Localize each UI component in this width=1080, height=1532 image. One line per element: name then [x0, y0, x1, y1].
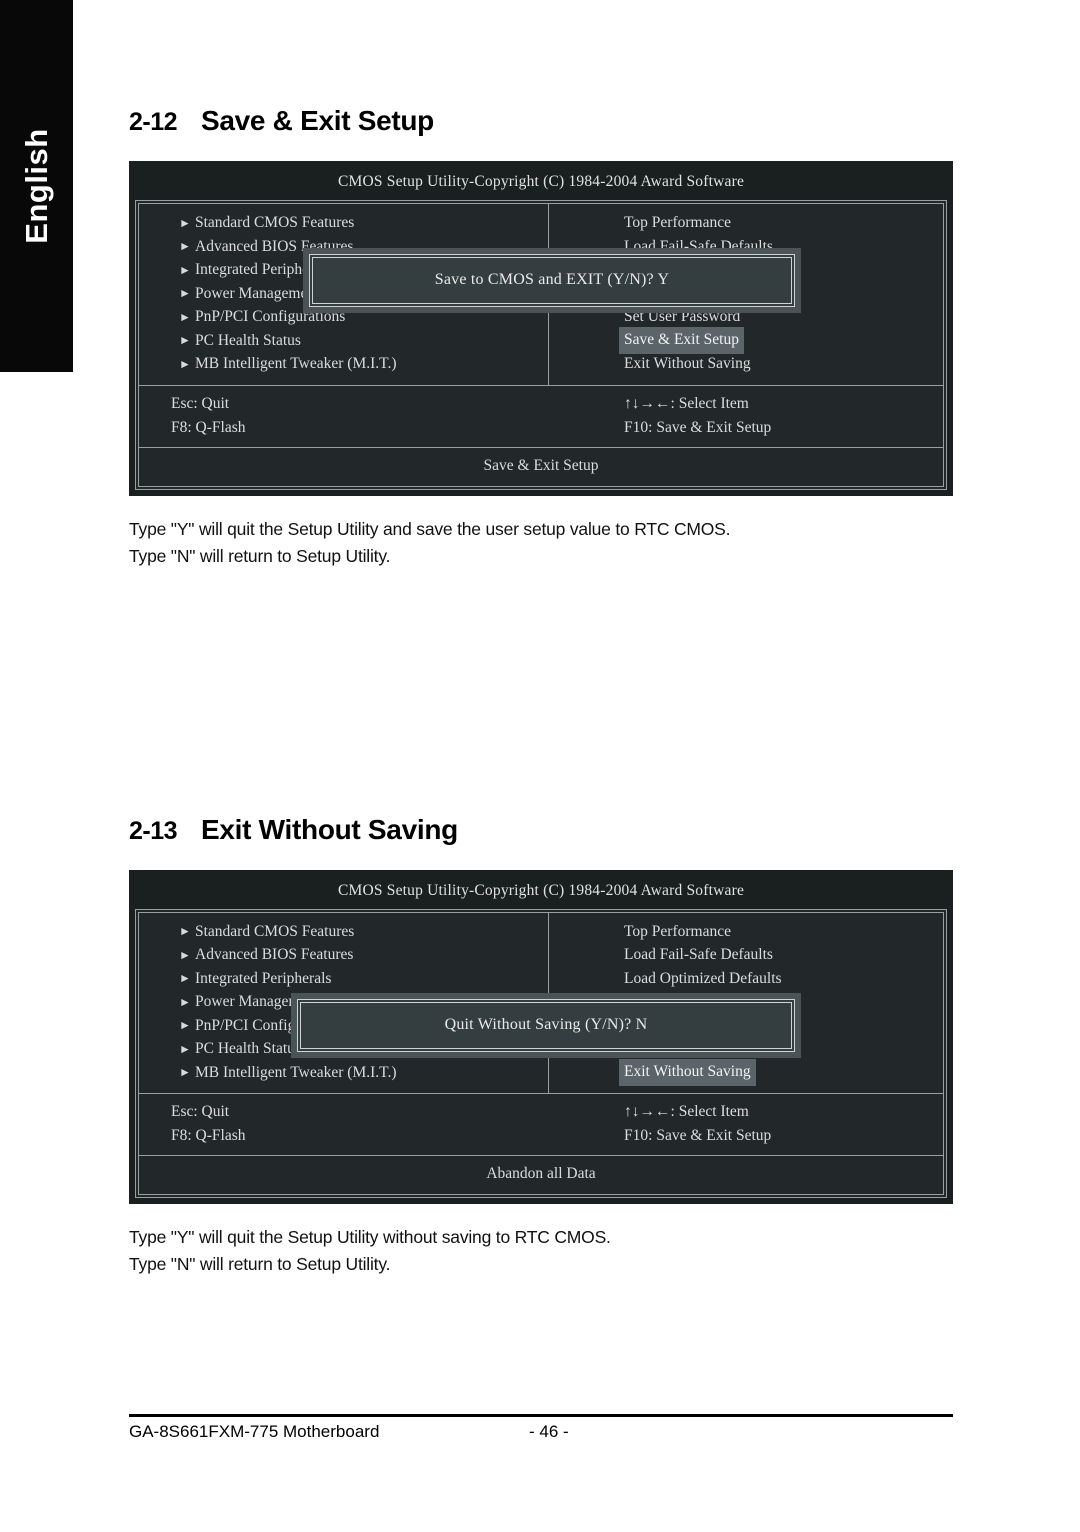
triangle-right-icon: ► [179, 356, 191, 371]
bios-key-hints: Esc: Quit F8: Q-Flash ↑↓→←: Select Item … [139, 1094, 943, 1155]
menu-item-integrated-peripherals[interactable]: ► Integrated Peripherals [139, 967, 548, 991]
description-line-1: Type "Y" will quit the Setup Utility and… [129, 518, 731, 539]
bios-title-bar: CMOS Setup Utility-Copyright (C) 1984-20… [337, 173, 745, 190]
hint-esc-quit: Esc: Quit [171, 394, 230, 412]
hints-right: ↑↓→←: Select Item F10: Save & Exit Setup [549, 1100, 943, 1148]
dialog-prompt-text: Save to CMOS and EXIT (Y/N)? Y [312, 257, 792, 304]
hints-left: Esc: Quit F8: Q-Flash [139, 392, 549, 440]
hint-select-item: ↑↓→←: Select Item [624, 394, 749, 412]
confirm-dialog-save-exit[interactable]: Save to CMOS and EXIT (Y/N)? Y [303, 248, 801, 313]
page-title: Save & Exit Setup [201, 105, 434, 136]
menu-item-standard-cmos-features[interactable]: ► Standard CMOS Features [139, 211, 548, 235]
menu-item-label: MB Intelligent Tweaker (M.I.T.) [195, 355, 397, 372]
triangle-right-icon: ► [179, 215, 191, 230]
triangle-right-icon: ► [179, 1065, 191, 1080]
menu-item-pc-health-status[interactable]: ► PC Health Status [139, 329, 548, 353]
menu-item-top-performance[interactable]: Top Performance [549, 920, 943, 944]
hint-f8-qflash: F8: Q-Flash [171, 1127, 246, 1144]
menu-item-label: PC Health Status [195, 1040, 301, 1057]
menu-item-label: Top Performance [624, 922, 731, 940]
menu-item-load-fail-safe-defaults[interactable]: Load Fail-Safe Defaults [549, 943, 943, 967]
triangle-right-icon: ► [179, 1018, 191, 1033]
triangle-right-icon: ► [179, 239, 191, 254]
menu-item-exit-without-saving[interactable]: Exit Without Saving [549, 352, 943, 376]
menu-item-label: Integrated Peripherals [195, 969, 332, 987]
menu-item-label: Load Optimized Defaults [624, 969, 782, 987]
triangle-right-icon: ► [179, 286, 191, 301]
triangle-right-icon: ► [179, 262, 191, 277]
menu-item-label: PC Health Status [195, 331, 301, 349]
menu-item-standard-cmos-features[interactable]: ► Standard CMOS Features [139, 920, 548, 944]
hints-right: ↑↓→←: Select Item F10: Save & Exit Setup [549, 392, 943, 440]
menu-item-exit-without-saving[interactable]: Exit Without Saving [549, 1059, 943, 1086]
menu-item-label: Exit Without Saving [619, 1059, 756, 1086]
menu-item-label: Standard CMOS Features [195, 214, 355, 231]
menu-item-top-performance[interactable]: Top Performance [549, 211, 943, 235]
menu-item-label: Exit Without Saving [624, 355, 751, 372]
triangle-right-icon: ► [179, 1041, 191, 1056]
dialog-border: Quit Without Saving (Y/N)? N [297, 998, 795, 1052]
section-heading-2-12: 2-12 Save & Exit Setup [129, 105, 953, 137]
section-number: 2-12 [129, 108, 178, 136]
footer-product-name: GA-8S661FXM-775 Motherboard [129, 1422, 380, 1441]
menu-item-label: Standard CMOS Features [195, 922, 355, 940]
language-tab: English [0, 0, 73, 372]
hint-f10-save-exit: F10: Save & Exit Setup [624, 1127, 772, 1144]
bios-status-bar: Save & Exit Setup [139, 446, 943, 486]
bios-menu: ► Standard CMOS Features ► Advanced BIOS… [139, 912, 943, 1093]
bios-frame-inner: ► Standard CMOS Features ► Advanced BIOS… [138, 911, 944, 1195]
menu-item-label: Advanced BIOS Features [195, 946, 354, 963]
bios-frame: ► Standard CMOS Features ► Advanced BIOS… [135, 200, 947, 490]
menu-item-save-and-exit-setup[interactable]: Save & Exit Setup [549, 327, 943, 354]
description-line-2: Type "N" will return to Setup Utility. [129, 1254, 391, 1274]
footer-divider [129, 1414, 953, 1417]
language-tab-label: English [18, 128, 54, 244]
bios-frame: ► Standard CMOS Features ► Advanced BIOS… [135, 908, 947, 1198]
section-heading-2-13: 2-13 Exit Without Saving [129, 814, 953, 846]
bios-frame-inner: ► Standard CMOS Features ► Advanced BIOS… [138, 203, 944, 487]
triangle-right-icon: ► [179, 924, 191, 939]
description-line-1: Type "Y" will quit the Setup Utility wit… [129, 1227, 611, 1247]
page-content: 2-12 Save & Exit Setup CMOS Setup Utilit… [129, 0, 953, 1532]
page-footer: GA-8S661FXM-775 Motherboard - 46 - [129, 1414, 953, 1442]
hint-select-item: ↑↓→←: Select Item [624, 1103, 749, 1120]
triangle-right-icon: ► [179, 333, 191, 348]
menu-item-label: Load Fail-Safe Defaults [624, 946, 773, 963]
bios-key-hints: Esc: Quit F8: Q-Flash ↑↓→←: Select Item … [139, 386, 943, 447]
menu-item-mb-intelligent-tweaker[interactable]: ► MB Intelligent Tweaker (M.I.T.) [139, 1061, 548, 1085]
page-title: Exit Without Saving [201, 813, 458, 845]
section-number: 2-13 [129, 816, 178, 845]
hints-left: Esc: Quit F8: Q-Flash [139, 1100, 549, 1148]
footer-page-number: - 46 - [529, 1422, 569, 1441]
hint-esc-quit: Esc: Quit [171, 1103, 230, 1120]
description-line-2: Type "N" will return to Setup Utility. [129, 545, 391, 566]
hint-f10-save-exit: F10: Save & Exit Setup [624, 418, 772, 436]
menu-item-label: MB Intelligent Tweaker (M.I.T.) [195, 1063, 397, 1081]
menu-item-label: Save & Exit Setup [619, 327, 744, 354]
dialog-prompt-text: Quit Without Saving (Y/N)? N [300, 1001, 792, 1049]
bios-menu: ► Standard CMOS Features ► Advanced BIOS… [139, 204, 943, 385]
menu-item-label: Top Performance [624, 214, 731, 231]
triangle-right-icon: ► [179, 994, 191, 1009]
menu-item-load-optimized-defaults[interactable]: Load Optimized Defaults [549, 967, 943, 991]
hint-f8-qflash: F8: Q-Flash [171, 418, 246, 436]
dialog-border: Save to CMOS and EXIT (Y/N)? Y [309, 254, 795, 307]
triangle-right-icon: ► [179, 309, 191, 324]
menu-item-advanced-bios-features[interactable]: ► Advanced BIOS Features [139, 943, 548, 967]
bios-screen-exit-without-saving: CMOS Setup Utility-Copyright (C) 1984-20… [129, 869, 953, 1204]
bios-status-bar: Abandon all Data [139, 1155, 943, 1194]
confirm-dialog-quit-without-saving[interactable]: Quit Without Saving (Y/N)? N [291, 992, 801, 1058]
bios-title-bar: CMOS Setup Utility-Copyright (C) 1984-20… [337, 881, 745, 899]
menu-item-mb-intelligent-tweaker[interactable]: ► MB Intelligent Tweaker (M.I.T.) [139, 352, 548, 376]
triangle-right-icon: ► [179, 971, 191, 986]
bios-screen-save-exit: CMOS Setup Utility-Copyright (C) 1984-20… [129, 161, 953, 496]
triangle-right-icon: ► [179, 947, 191, 962]
